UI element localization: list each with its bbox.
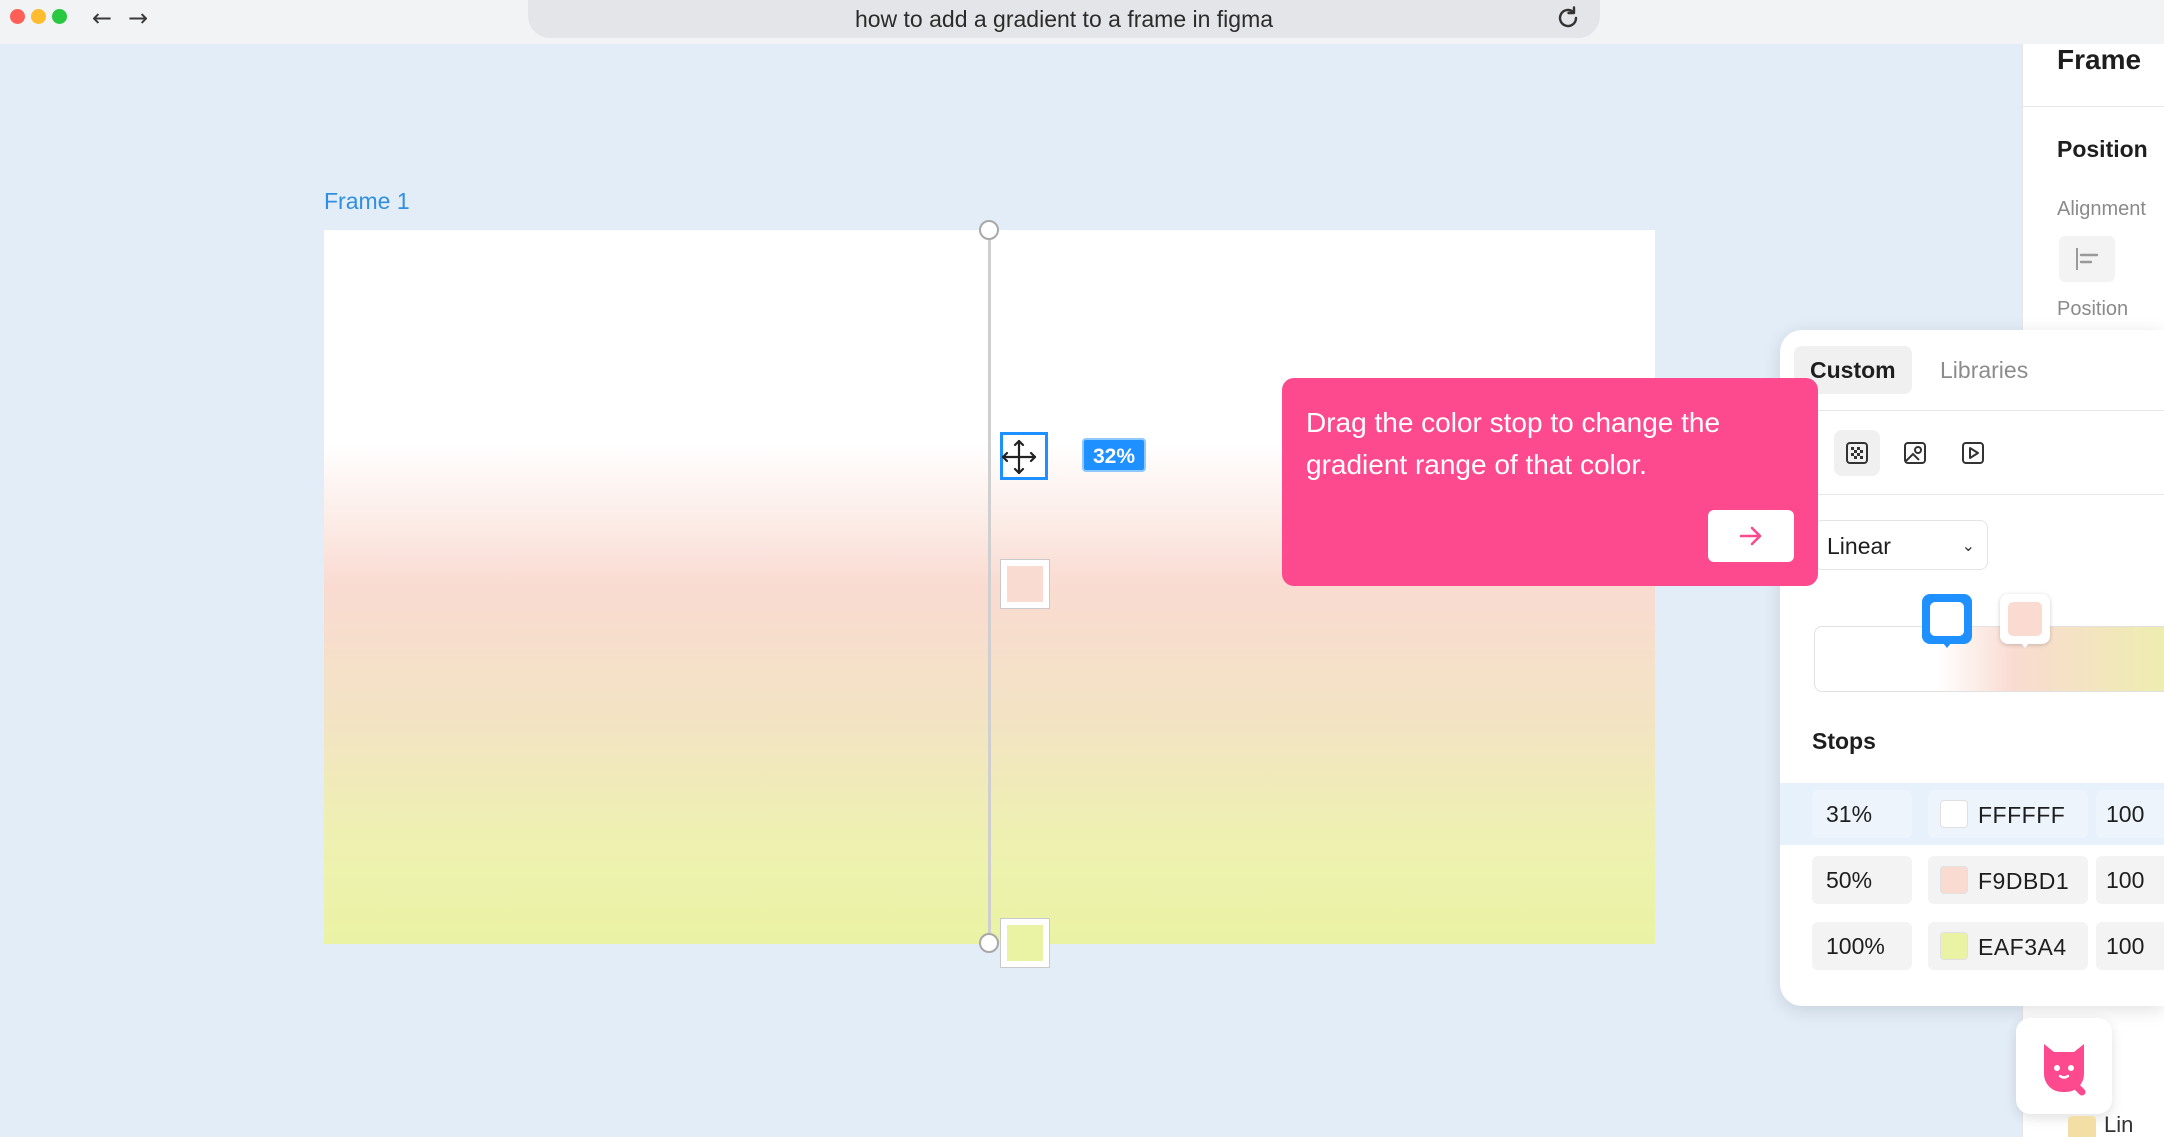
fill-popup: Custom Libraries Linear ⌄ Stops 31% FFFF… <box>1780 330 2164 1006</box>
gradient-preview-bar[interactable] <box>1814 626 2164 692</box>
stop-swatch[interactable] <box>1940 932 1968 960</box>
stop-opacity-input[interactable]: 100 <box>2096 790 2164 838</box>
alignment-label: Alignment <box>2057 198 2146 220</box>
stop-opacity-input[interactable]: 100 <box>2096 922 2164 970</box>
tooltip-text: Drag the color stop to change the gradie… <box>1306 407 1721 480</box>
stops-title: Stops <box>1812 728 1876 754</box>
align-left-icon <box>2076 248 2099 270</box>
gradient-stop-pink[interactable] <box>1001 560 1049 608</box>
gradient-type-select[interactable]: Linear ⌄ <box>1814 520 1988 570</box>
popup-divider <box>1780 410 2164 411</box>
layer-swatch <box>2068 1116 2096 1137</box>
stop-color-field[interactable]: EAF3A4 <box>1928 922 2088 970</box>
stop-color-field[interactable]: FFFFFF <box>1928 790 2088 838</box>
stop-hex: EAF3A4 <box>1978 934 2067 960</box>
back-icon[interactable]: ← <box>88 4 116 32</box>
gradient-bar-stop-pink[interactable] <box>2000 594 2050 648</box>
align-left-button[interactable] <box>2059 236 2115 282</box>
stop-position-input[interactable]: 31% <box>1812 790 1912 838</box>
tooltip-next-button[interactable] <box>1708 510 1794 562</box>
video-icon <box>1962 442 1984 464</box>
stop-opacity-input[interactable]: 100 <box>2096 856 2164 904</box>
stop-row[interactable]: 50% F9DBD1 100 <box>1780 849 2164 911</box>
assistant-button[interactable] <box>2016 1018 2112 1114</box>
stop-color-field[interactable]: F9DBD1 <box>1928 856 2088 904</box>
gradient-stop-lime[interactable] <box>1001 919 1049 967</box>
stop-hex: F9DBD1 <box>1978 868 2070 894</box>
layer-label: Lin <box>2104 1112 2134 1137</box>
close-window-button[interactable] <box>10 9 25 24</box>
gradient-handle-line[interactable] <box>988 230 991 944</box>
reload-icon[interactable] <box>1554 4 1582 32</box>
stop-hex: FFFFFF <box>1978 802 2066 828</box>
gradient-icon <box>1846 442 1868 464</box>
position-label: Position <box>2057 298 2129 320</box>
tab-libraries[interactable]: Libraries <box>1924 346 2044 394</box>
stop-row[interactable]: 31% FFFFFF 100 <box>1780 783 2164 845</box>
address-bar[interactable]: how to add a gradient to a frame in figm… <box>528 0 1600 38</box>
panel-divider <box>2023 106 2164 107</box>
browser-top-bar: ← → how to add a gradient to a frame in … <box>0 0 2164 44</box>
stop-position-input[interactable]: 50% <box>1812 856 1912 904</box>
next-layer-row[interactable]: Lin <box>2060 1110 2164 1137</box>
address-bar-text: how to add a gradient to a frame in figm… <box>854 6 1274 32</box>
arrow-right-icon <box>1739 526 1762 546</box>
fill-type-gradient[interactable] <box>1834 430 1880 476</box>
zoom-window-button[interactable] <box>52 9 67 24</box>
gradient-start-handle[interactable] <box>979 220 999 240</box>
move-cursor-icon <box>1001 439 1037 475</box>
gradient-bar-stop-white[interactable] <box>1922 594 1972 648</box>
stop-position-input[interactable]: 100% <box>1812 922 1912 970</box>
stop-swatch[interactable] <box>1940 800 1968 828</box>
gradient-end-handle[interactable] <box>979 933 999 953</box>
cat-logo-icon <box>2044 1044 2086 1096</box>
image-icon <box>1904 442 1926 464</box>
gradient-type-value: Linear <box>1827 533 1891 559</box>
tutorial-tooltip: Drag the color stop to change the gradie… <box>1282 378 1818 586</box>
fill-type-video[interactable] <box>1950 430 1996 476</box>
frame-label[interactable]: Frame 1 <box>324 188 410 215</box>
panel-title: Frame <box>2057 44 2142 75</box>
stop-row[interactable]: 100% EAF3A4 100 <box>1780 915 2164 977</box>
forward-icon[interactable]: → <box>124 4 152 32</box>
popup-divider <box>1780 494 2164 495</box>
position-section-title: Position <box>2057 136 2148 162</box>
stop-swatch[interactable] <box>1940 866 1968 894</box>
minimize-window-button[interactable] <box>31 9 46 24</box>
stop-position-badge: 32% <box>1082 438 1146 472</box>
chevron-down-icon: ⌄ <box>1961 538 1975 555</box>
fill-type-image[interactable] <box>1892 430 1938 476</box>
